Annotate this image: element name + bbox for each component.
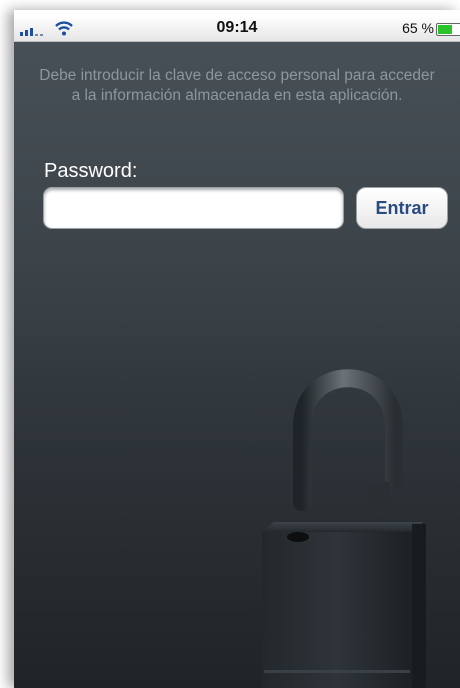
battery-percent: 65 % xyxy=(402,20,434,36)
battery-icon xyxy=(436,23,460,36)
enter-button[interactable]: Entrar xyxy=(356,187,448,229)
status-bar: 09:14 65 % xyxy=(14,16,460,42)
login-screen: Debe introducir la clave de acceso perso… xyxy=(14,42,460,688)
app-frame: 09:14 65 % Debe introducir la clave de a… xyxy=(0,0,460,688)
status-time: 09:14 xyxy=(216,19,258,36)
instructions-text: Debe introducir la clave de acceso perso… xyxy=(39,67,435,104)
battery-fill xyxy=(438,25,453,34)
password-label: Password: xyxy=(44,160,138,182)
password-input[interactable] xyxy=(43,187,344,229)
open-padlock-icon xyxy=(262,369,426,688)
